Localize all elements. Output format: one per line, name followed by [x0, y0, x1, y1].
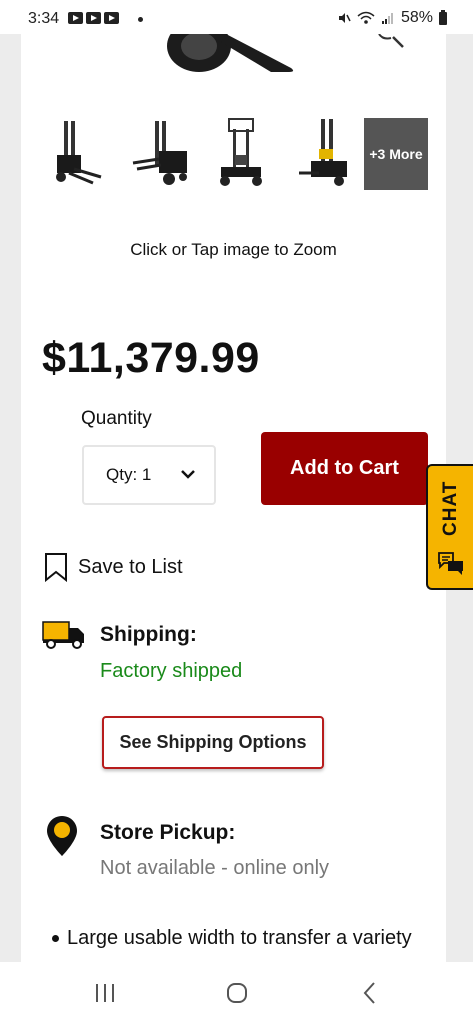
youtube-notification-icon — [104, 12, 119, 24]
back-icon — [363, 982, 375, 1004]
status-bar: 3:34 58% — [0, 0, 473, 34]
forklift-thumbnail-icon — [132, 121, 187, 185]
feature-bullet: Large usable width to transfer a variety — [52, 927, 412, 950]
add-to-cart-button[interactable]: Add to Cart — [261, 432, 428, 505]
thumbnail-strip: +3 More — [49, 117, 434, 192]
zoom-hint: Click or Tap image to Zoom — [130, 240, 337, 259]
save-to-list-label: Save to List — [78, 555, 183, 578]
thumbnail-3[interactable] — [209, 117, 273, 189]
product-page: +3 More Click or Tap image to Zoom $11,3… — [21, 34, 446, 962]
store-pickup-title: Store Pickup: — [100, 821, 236, 844]
thumbnail-2[interactable] — [129, 117, 193, 189]
back-button[interactable] — [350, 980, 390, 1006]
home-button[interactable] — [217, 980, 257, 1006]
chat-tab[interactable]: CHAT — [426, 464, 473, 590]
shipping-title: Shipping: — [100, 623, 197, 646]
forklift-thumbnail-icon — [299, 119, 347, 186]
product-main-image[interactable] — [21, 34, 446, 74]
more-notifications-icon — [138, 17, 143, 22]
signal-icon — [381, 13, 393, 24]
youtube-notification-icon — [68, 12, 83, 24]
youtube-notification-icon — [86, 12, 101, 24]
feature-text: Large usable width to transfer a variety — [67, 927, 412, 949]
mute-icon — [338, 13, 351, 23]
shipping-status: Factory shipped — [100, 660, 243, 682]
notification-icons — [68, 12, 119, 24]
recent-apps-button[interactable] — [85, 980, 125, 1006]
save-to-list-button[interactable]: Save to List — [44, 552, 183, 582]
truck-icon — [42, 621, 84, 649]
system-nav-bar — [0, 962, 473, 1024]
recent-apps-icon — [96, 984, 114, 1002]
thumbnail-4[interactable] — [289, 117, 353, 189]
chat-label: CHAT — [440, 480, 461, 536]
bullet-dot — [52, 935, 59, 943]
zoom-icon[interactable] — [373, 34, 407, 50]
forklift-thumbnail-icon — [56, 121, 102, 185]
battery-percent: 58% — [400, 9, 433, 26]
location-pin-icon — [47, 816, 77, 856]
store-pickup-status: Not available - online only — [100, 857, 330, 879]
forklift-thumbnail-icon — [220, 118, 262, 186]
chat-bubble-icon — [438, 552, 463, 575]
product-price: $11,379.99 — [42, 334, 260, 382]
bookmark-icon — [45, 553, 67, 582]
thumbnail-1[interactable] — [49, 117, 113, 189]
quantity-label: Quantity — [81, 408, 152, 429]
wifi-icon — [357, 11, 375, 24]
system-indicators: 58% — [337, 9, 447, 27]
quantity-select[interactable]: Qty: 1 — [82, 445, 216, 505]
more-images-label: +3 More — [369, 146, 423, 162]
status-time: 3:34 — [28, 10, 60, 27]
home-icon — [227, 983, 247, 1003]
see-shipping-options-button[interactable]: See Shipping Options — [102, 716, 324, 769]
quantity-value: Qty: 1 — [106, 465, 152, 484]
chevron-down-icon — [181, 470, 195, 479]
battery-icon — [439, 9, 447, 25]
more-images-button[interactable]: +3 More — [364, 118, 428, 190]
